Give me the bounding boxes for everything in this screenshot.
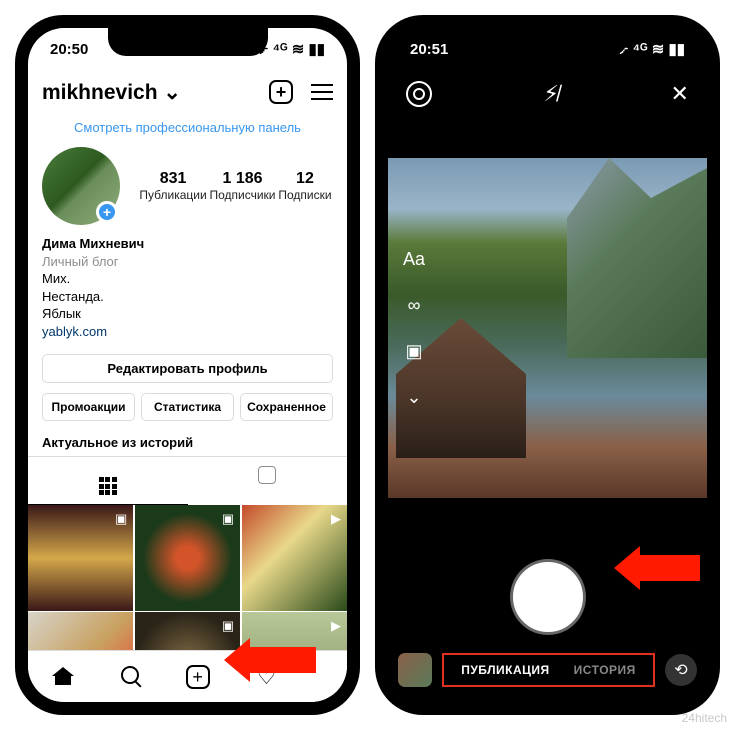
- watermark: 24hitech: [682, 711, 727, 725]
- saved-button[interactable]: Сохраненное: [240, 393, 333, 421]
- stats-row: 831Публикации 1 186Подписчики 12Подписки: [138, 170, 333, 202]
- carousel-icon: ▣: [115, 511, 127, 527]
- video-icon: ▶: [331, 511, 341, 527]
- grid-icon: [99, 477, 117, 495]
- professional-panel-link[interactable]: Смотреть профессиональную панель: [28, 114, 347, 141]
- tagged-icon: [258, 466, 276, 484]
- mode-story[interactable]: ИСТОРИЯ: [574, 663, 636, 677]
- carousel-icon: ▣: [222, 511, 234, 527]
- bio-category: Личный блог: [42, 253, 333, 271]
- post-thumb[interactable]: ▣: [135, 505, 240, 610]
- plus-icon: +: [186, 665, 210, 689]
- notch: [468, 28, 628, 56]
- status-time: 20:50: [50, 41, 88, 58]
- post-thumb[interactable]: ▣: [28, 505, 133, 610]
- phone-frame-right: 20:51 ✈ ⁴ᴳ ≋ ▮▮ ⚡︎̸ ✕ Aa ∞ ▣ ⌄ ПУБЛИКАЦИ…: [375, 15, 720, 715]
- highlights-label: Актуальное из историй: [28, 427, 347, 456]
- profile-summary: + 831Публикации 1 186Подписчики 12Подпис…: [28, 141, 347, 235]
- side-tools: Aa ∞ ▣ ⌄: [400, 245, 428, 411]
- bio-line: Mиx.: [42, 270, 333, 288]
- new-post-button[interactable]: +: [269, 80, 293, 104]
- annotation-arrow: [224, 638, 316, 682]
- text-tool[interactable]: Aa: [400, 245, 428, 273]
- avatar[interactable]: +: [42, 147, 120, 225]
- chevron-down-icon: ⌄: [163, 81, 181, 104]
- flash-toggle[interactable]: ⚡︎̸: [544, 81, 559, 107]
- bio: Дима Михневич Личный блог Mиx. Нестанда.…: [28, 235, 347, 350]
- mode-publication[interactable]: ПУБЛИКАЦИЯ: [461, 663, 549, 677]
- nav-search[interactable]: [121, 664, 139, 690]
- video-icon: ▶: [331, 618, 341, 634]
- phone-frame-left: 20:50 ✈ ⁴ᴳ ≋ ▮▮ mikhnevich ⌄ + Смотреть …: [15, 15, 360, 715]
- camera-top-bar: ⚡︎̸ ✕: [388, 70, 707, 118]
- camera-viewfinder: Aa ∞ ▣ ⌄: [388, 158, 707, 498]
- bio-line: Яблык: [42, 305, 333, 323]
- post-thumb[interactable]: ▶: [242, 505, 347, 610]
- bio-line: Нестанда.: [42, 288, 333, 306]
- notch: [108, 28, 268, 56]
- settings-button[interactable]: [406, 81, 432, 107]
- screen-right: 20:51 ✈ ⁴ᴳ ≋ ▮▮ ⚡︎̸ ✕ Aa ∞ ▣ ⌄ ПУБЛИКАЦИ…: [388, 28, 707, 702]
- layout-tool[interactable]: ▣: [400, 337, 428, 365]
- edit-profile-button[interactable]: Редактировать профиль: [42, 354, 333, 383]
- close-button[interactable]: ✕: [671, 81, 689, 107]
- bio-link[interactable]: yablyk.com: [42, 323, 333, 341]
- home-icon: [52, 663, 74, 685]
- stat-following[interactable]: 12Подписки: [278, 170, 331, 202]
- boomerang-tool[interactable]: ∞: [400, 291, 428, 319]
- stat-posts[interactable]: 831Публикации: [139, 170, 206, 202]
- mode-selector[interactable]: ПУБЛИКАЦИЯ ИСТОРИЯ: [442, 653, 655, 687]
- profile-header: mikhnevich ⌄ +: [28, 70, 347, 114]
- gallery-button[interactable]: [398, 653, 432, 687]
- nav-new-post[interactable]: +: [186, 665, 210, 689]
- nav-home[interactable]: [52, 663, 74, 691]
- status-time: 20:51: [410, 41, 448, 58]
- bio-name: Дима Михневич: [42, 235, 333, 253]
- annotation-arrow: [614, 546, 700, 590]
- username-dropdown[interactable]: mikhnevich ⌄: [42, 80, 181, 105]
- shutter-button[interactable]: [513, 562, 583, 632]
- carousel-icon: ▣: [222, 618, 234, 634]
- more-tools[interactable]: ⌄: [400, 383, 428, 411]
- stats-button[interactable]: Статистика: [141, 393, 234, 421]
- screen-left: 20:50 ✈ ⁴ᴳ ≋ ▮▮ mikhnevich ⌄ + Смотреть …: [28, 28, 347, 702]
- promo-button[interactable]: Промоакции: [42, 393, 135, 421]
- stat-followers[interactable]: 1 186Подписчики: [210, 170, 276, 202]
- menu-button[interactable]: [311, 84, 333, 100]
- add-story-icon[interactable]: +: [96, 201, 118, 223]
- secondary-buttons: Промоакции Статистика Сохраненное: [28, 387, 347, 427]
- tab-grid[interactable]: [28, 457, 188, 505]
- profile-tabs: [28, 456, 347, 505]
- flip-camera-button[interactable]: ⟲: [665, 654, 697, 686]
- tab-tagged[interactable]: [188, 457, 348, 505]
- camera-bottom-bar: ПУБЛИКАЦИЯ ИСТОРИЯ ⟲: [388, 646, 707, 694]
- scene-mountain: [567, 158, 707, 358]
- search-icon: [121, 666, 139, 684]
